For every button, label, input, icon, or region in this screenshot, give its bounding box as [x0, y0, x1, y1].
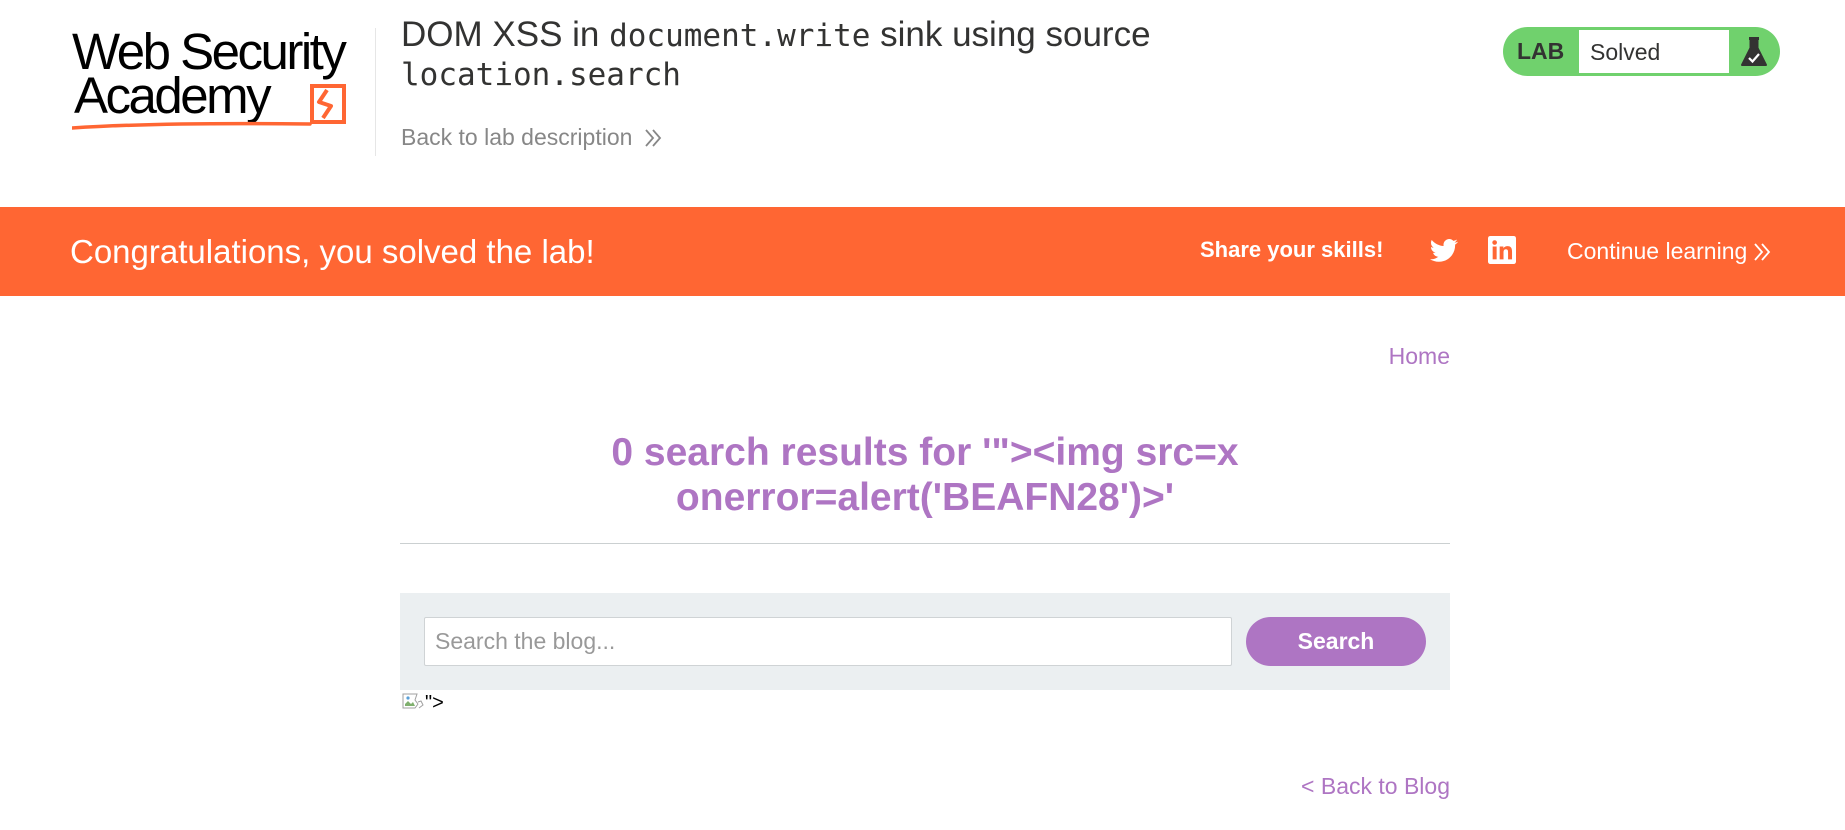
- search-results-heading: 0 search results for '"><img src=x onerr…: [400, 430, 1450, 520]
- blog-search-panel: Search: [400, 593, 1450, 690]
- linkedin-icon[interactable]: [1488, 236, 1516, 264]
- lab-title: DOM XSS in document.write sink using sou…: [401, 16, 1281, 94]
- lab-title-code-sink: document.write: [609, 18, 871, 54]
- back-to-lab-description-link[interactable]: Back to lab description: [401, 124, 662, 151]
- search-button[interactable]: Search: [1246, 617, 1426, 666]
- continue-learning-link[interactable]: Continue learning: [1567, 207, 1771, 296]
- lab-title-prefix: DOM XSS in: [401, 15, 610, 54]
- lab-status-widget: LAB Solved: [1503, 27, 1780, 76]
- search-results-heading-line-1: 0 search results for '"><img src=x: [611, 431, 1239, 474]
- lab-status-text: Solved: [1590, 39, 1661, 65]
- back-to-blog-link[interactable]: < Back to Blog: [1301, 773, 1450, 800]
- double-chevron-right-icon: [645, 128, 662, 147]
- continue-learning-label: Continue learning: [1567, 238, 1748, 264]
- congratulations-message: Congratulations, you solved the lab!: [70, 233, 595, 270]
- lab-title-middle: sink using source: [870, 15, 1151, 54]
- web-security-academy-logo[interactable]: Web Security Academy: [72, 24, 372, 134]
- injected-content: ">: [401, 691, 444, 715]
- lab-status-box: Solved: [1578, 29, 1730, 74]
- header-divider: [375, 28, 376, 156]
- home-link[interactable]: Home: [1389, 343, 1450, 370]
- twitter-icon[interactable]: [1429, 236, 1459, 266]
- lab-status-label: LAB: [1517, 38, 1565, 64]
- back-to-lab-description-label: Back to lab description: [401, 124, 633, 150]
- logo-swoosh-icon: [72, 84, 346, 130]
- heading-divider: [400, 543, 1450, 544]
- flask-icon: [1741, 37, 1767, 66]
- solved-notification-banner: Congratulations, you solved the lab! Sha…: [0, 207, 1845, 296]
- academy-header: Web Security Academy DOM XSS in document…: [0, 0, 1845, 207]
- double-chevron-right-icon: [1754, 242, 1771, 261]
- search-input[interactable]: [424, 617, 1232, 666]
- share-skills-label: Share your skills!: [1200, 237, 1384, 262]
- lab-title-code-source: location.search: [401, 57, 681, 93]
- injected-text: ">: [425, 691, 444, 714]
- broken-image-icon: [402, 693, 424, 709]
- search-results-heading-line-2: onerror=alert('BEAFN28')>': [675, 476, 1175, 519]
